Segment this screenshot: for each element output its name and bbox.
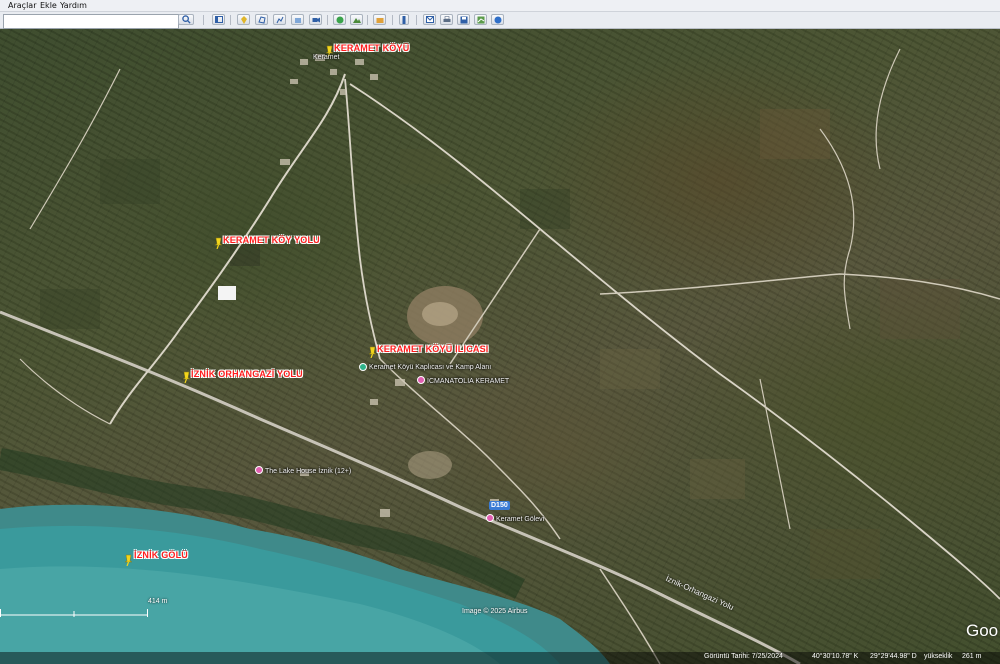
map-imagery <box>0 48 1000 664</box>
add-path-button[interactable] <box>273 14 286 25</box>
view-in-maps-button[interactable] <box>474 14 487 25</box>
pin-label-keramet-koy-yolu[interactable]: KERAMET KÖY YOLU <box>223 235 320 245</box>
village-label: Keramet <box>313 54 340 61</box>
email-icon <box>425 16 434 23</box>
menu-bar: Araçlar Ekle Yardım <box>0 0 1000 12</box>
planets-icon <box>376 17 383 23</box>
pin-label-keramet-koyu[interactable]: KERAMET KÖYÜ <box>334 43 409 53</box>
placemark-pin-icon[interactable] <box>124 554 133 566</box>
record-tour-icon <box>312 17 320 22</box>
sidebar-toggle-button[interactable] <box>212 14 225 25</box>
scale-label: 414 m <box>148 598 168 605</box>
scale-bar <box>0 609 148 617</box>
search-icon <box>181 15 191 24</box>
planets-button[interactable] <box>373 14 386 25</box>
placemark-pin-icon[interactable] <box>368 346 377 358</box>
elevation-readout: 261 m <box>962 653 982 660</box>
longitude-readout: 29°29'44.98" D <box>870 653 917 660</box>
view-in-maps-icon <box>477 16 484 23</box>
print-button[interactable] <box>440 14 453 25</box>
sidebar-toggle-icon <box>214 16 223 23</box>
add-image-overlay-button[interactable] <box>291 14 304 25</box>
add-path-icon <box>276 16 283 23</box>
pin-label-iznik-golu[interactable]: İZNİK GÖLÜ <box>134 550 188 560</box>
record-tour-button[interactable] <box>309 14 322 25</box>
elevation-label: yükseklik <box>924 653 953 660</box>
add-image-overlay-icon <box>294 17 301 23</box>
hotel-poi-icon[interactable] <box>417 376 425 384</box>
pin-label-iznik-orhangazi-yolu[interactable]: İZNİK ORHANGAZİ YOLU <box>191 369 303 379</box>
historical-imagery-button[interactable] <box>333 14 346 25</box>
add-placemark-button[interactable] <box>237 14 250 25</box>
golevi-poi-icon[interactable] <box>486 514 494 522</box>
ruler-icon <box>402 15 406 24</box>
status-bar: Görüntü Tarihi: 7/25/2024 40°30'10.78" K… <box>0 652 1000 664</box>
email-button[interactable] <box>423 14 436 25</box>
hotel-label[interactable]: ICMANATOLIA KERAMET <box>427 378 509 385</box>
latitude-readout: 40°30'10.78" K <box>812 653 859 660</box>
placemark-pin-icon[interactable] <box>214 237 223 249</box>
add-placemark-icon <box>240 15 247 24</box>
imagery-copyright: Image © 2025 Airbus <box>462 608 528 615</box>
save-image-button[interactable] <box>457 14 470 25</box>
camp-label[interactable]: Keramet Köyü Kaplıcası ve Kamp Alanı <box>369 364 491 371</box>
search-input[interactable] <box>3 14 179 29</box>
lake-house-poi-icon[interactable] <box>255 466 263 474</box>
satellite-map[interactable]: KERAMET KÖYÜ KERAMET KÖY YOLU KERAMET KÖ… <box>0 29 1000 664</box>
add-polygon-button[interactable] <box>255 14 268 25</box>
print-icon <box>443 15 450 22</box>
save-image-icon <box>460 16 467 23</box>
historical-imagery-icon <box>336 16 343 23</box>
ruler-button[interactable] <box>399 14 409 25</box>
earth-icon <box>494 16 501 23</box>
menu-add[interactable]: Ekle <box>40 0 57 11</box>
toolbar <box>0 12 1000 29</box>
pin-label-keramet-koyu-ilicasi[interactable]: KERAMET KÖYÜ ILICASI <box>377 344 489 354</box>
imagery-date: Görüntü Tarihi: 7/25/2024 <box>704 653 783 660</box>
camp-poi-icon[interactable] <box>359 363 367 371</box>
menu-tools[interactable]: Araçlar <box>8 0 36 11</box>
sunlight-icon <box>352 17 361 23</box>
search-button[interactable] <box>178 14 194 25</box>
sunlight-button[interactable] <box>350 14 363 25</box>
route-shield: D150 <box>489 501 510 510</box>
placemark-pin-icon[interactable] <box>182 371 191 383</box>
google-logo: Goo <box>966 621 999 640</box>
earth-button[interactable] <box>491 14 504 25</box>
add-polygon-icon <box>257 15 266 24</box>
golevi-label[interactable]: Keramet Gölevi <box>496 516 544 523</box>
menu-help[interactable]: Yardım <box>60 0 87 11</box>
lake-house-label[interactable]: The Lake House İznik (12+) <box>265 468 351 475</box>
